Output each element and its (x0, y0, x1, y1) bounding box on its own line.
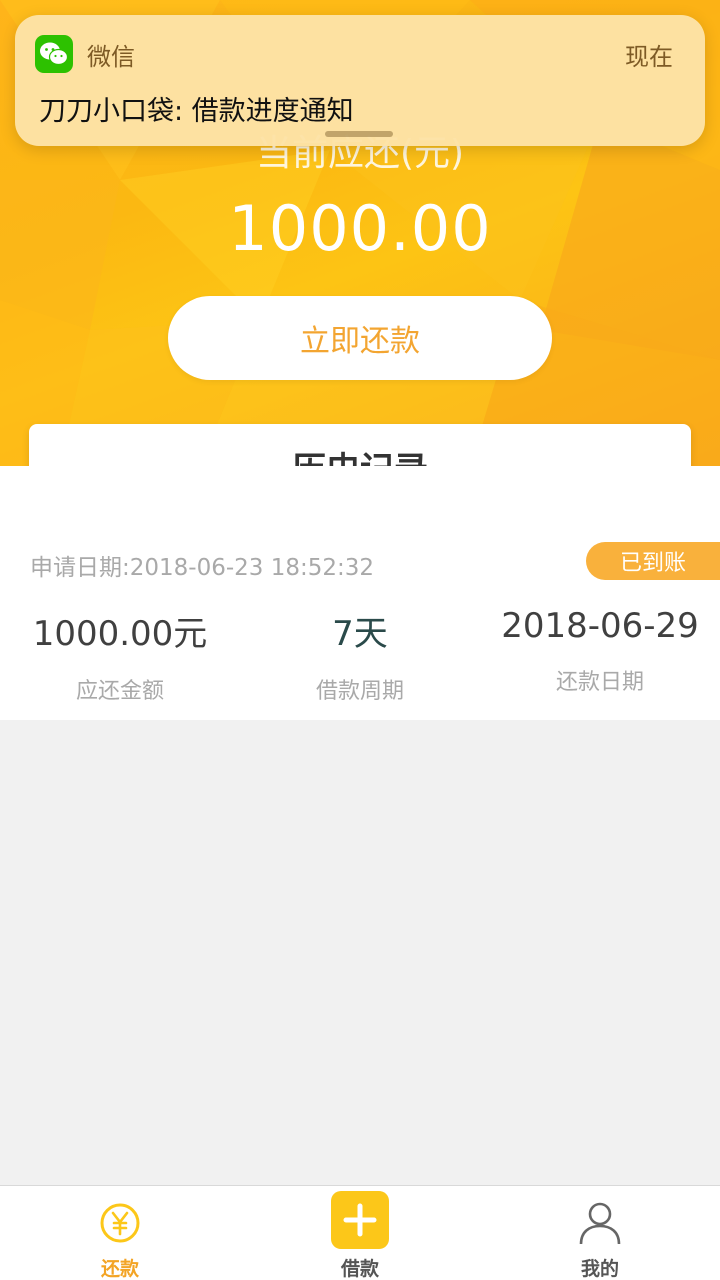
wechat-icon (35, 35, 73, 73)
due-date-column: 2018-06-29 还款日期 (480, 606, 720, 696)
apply-date: 申请日期:2018-06-23 18:52:32 (30, 555, 375, 581)
period-column: 7天 借款周期 (240, 606, 480, 705)
due-date-value: 2018-06-29 (501, 606, 699, 646)
notification-app-name: 微信 (87, 43, 135, 71)
plus-icon (331, 1191, 389, 1249)
notification-message: 刀刀小口袋: 借款进度通知 (39, 96, 354, 127)
yen-circle-icon (99, 1200, 141, 1246)
status-badge: 已到账 (586, 542, 720, 580)
amount-label: 应还金额 (75, 679, 164, 704)
loan-record[interactable]: 申请日期:2018-06-23 18:52:32 已到账 1000.00元 应还… (0, 466, 720, 720)
tab-repay[interactable]: 还款 (0, 1186, 240, 1280)
notification-time: 现在 (625, 43, 673, 71)
tab-borrow[interactable]: 借款 (240, 1186, 480, 1280)
notification-drag-handle[interactable] (325, 131, 393, 137)
notification-banner[interactable]: 微信 现在 刀刀小口袋: 借款进度通知 (15, 15, 705, 146)
period-label: 借款周期 (315, 679, 404, 704)
tab-repay-label: 还款 (100, 1258, 139, 1280)
period-value: 7天 (332, 614, 388, 654)
person-icon (577, 1200, 623, 1246)
tab-mine-label: 我的 (580, 1258, 619, 1280)
due-date-label: 还款日期 (555, 670, 644, 695)
tab-mine[interactable]: 我的 (480, 1186, 720, 1280)
due-amount: 1000.00 (228, 192, 492, 265)
repay-now-button[interactable]: 立即还款 (168, 296, 552, 380)
amount-column: 1000.00元 应还金额 (0, 606, 240, 705)
tab-borrow-label: 借款 (340, 1258, 379, 1280)
bottom-tab-bar: 还款 借款 我的 (0, 1185, 720, 1280)
amount-value: 1000.00元 (32, 614, 208, 654)
